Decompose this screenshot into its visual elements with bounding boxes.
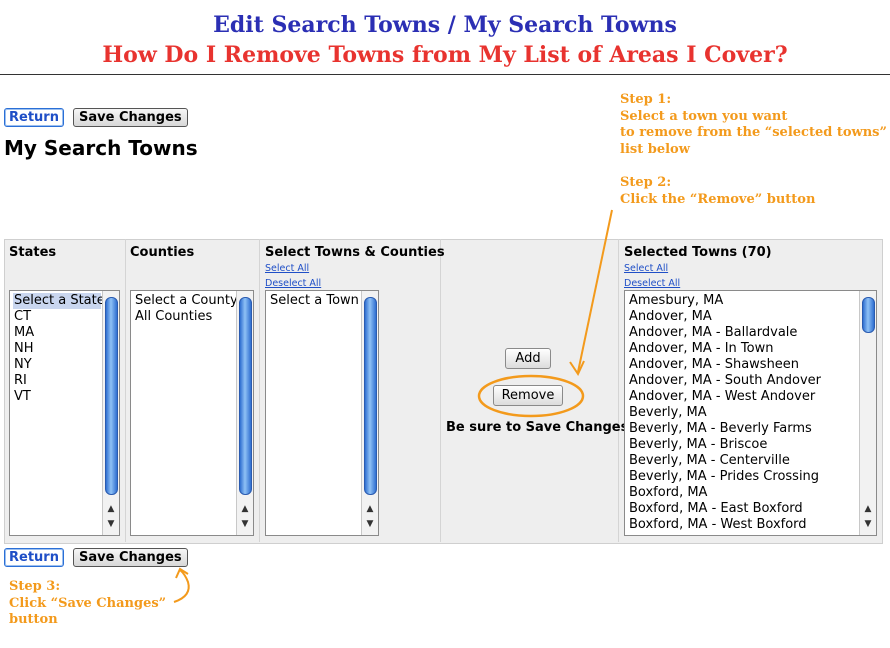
remove-highlight-circle: [477, 374, 585, 418]
annotation-overlay: [173, 209, 613, 603]
step2-arrowhead-icon: [569, 360, 585, 377]
step2-arrow-icon: [577, 209, 613, 373]
step3-arrow-icon: [173, 569, 190, 603]
